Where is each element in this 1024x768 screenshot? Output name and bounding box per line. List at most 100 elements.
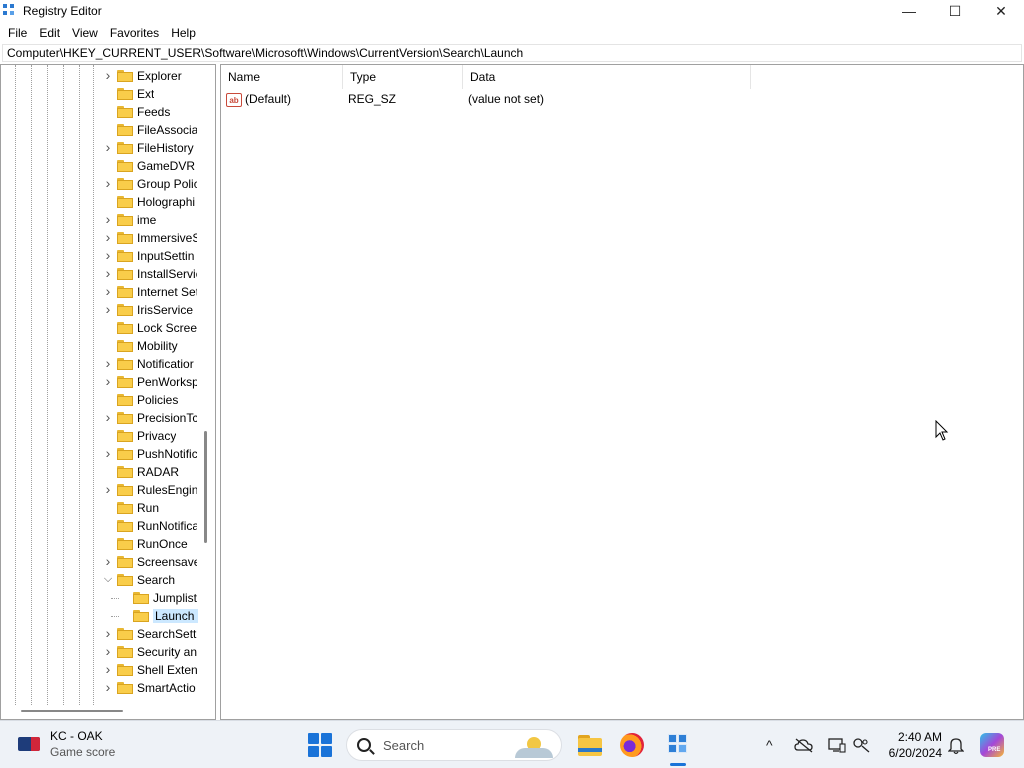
folder-icon	[117, 232, 133, 244]
chevron-right-icon[interactable]: ›	[103, 625, 113, 641]
tree-item[interactable]: › Notificatior	[1, 355, 201, 373]
chevron-right-icon[interactable]: ›	[103, 283, 113, 299]
tree-item[interactable]: › Shell Extens	[1, 661, 201, 679]
folder-icon	[117, 88, 133, 100]
tree-item[interactable]: RunOnce	[1, 535, 201, 553]
chevron-right-icon[interactable]: ›	[103, 139, 113, 155]
tree-item[interactable]: › PrecisionTc	[1, 409, 201, 427]
tree-item[interactable]: ⌵ Search	[1, 571, 201, 589]
tree-item-label: Ext	[137, 87, 155, 101]
file-explorer-icon[interactable]	[576, 731, 604, 759]
tree-item[interactable]: GameDVR	[1, 157, 201, 175]
folder-icon	[117, 124, 133, 136]
mlb-icon	[18, 737, 40, 751]
taskbar-search-box[interactable]: Search	[346, 729, 562, 761]
search-highlight-icon	[515, 734, 553, 758]
tree-item[interactable]: › FileHistory	[1, 139, 201, 157]
tree-item[interactable]: Holographi	[1, 193, 201, 211]
chevron-right-icon[interactable]: ›	[103, 67, 113, 83]
tree-item[interactable]: › SmartActio	[1, 679, 201, 697]
tree-vertical-scrollbar[interactable]	[204, 431, 207, 543]
tree-item[interactable]: › SearchSetti	[1, 625, 201, 643]
tree-item[interactable]: › Internet Set	[1, 283, 201, 301]
column-data-header[interactable]: Data	[463, 65, 751, 89]
column-name-header[interactable]: Name	[221, 65, 343, 89]
tree-item-label: Launch	[153, 609, 199, 623]
folder-icon	[117, 646, 133, 658]
chevron-up-icon[interactable]: ^	[766, 737, 773, 753]
tree-item[interactable]: › ImmersiveS	[1, 229, 201, 247]
values-list-pane[interactable]: Name Type Data ab (Default) REG_SZ (valu…	[220, 64, 1024, 720]
system-clock[interactable]: 2:40 AM 6/20/2024	[880, 729, 942, 761]
firefox-icon[interactable]	[620, 733, 644, 757]
menu-file[interactable]: File	[2, 26, 33, 40]
copilot-icon[interactable]: PRE	[980, 733, 1004, 757]
chevron-down-icon[interactable]: ⌵	[103, 573, 113, 586]
tree-item[interactable]: Policies	[1, 391, 201, 409]
key-tree-pane[interactable]: › Explorer Ext Feeds FileAssociat › FileHistor…	[0, 64, 216, 720]
menu-edit[interactable]: Edit	[33, 26, 66, 40]
chevron-right-icon[interactable]: ›	[103, 247, 113, 263]
tree-item-label: PrecisionTc	[137, 411, 197, 425]
tree-item[interactable]: Launch	[1, 607, 201, 625]
start-button[interactable]	[308, 733, 332, 757]
title-bar: Registry Editor — ☐ ✕	[0, 0, 1024, 22]
minimize-button[interactable]: —	[886, 0, 932, 22]
address-bar[interactable]: Computer\HKEY_CURRENT_USER\Software\Micr…	[2, 44, 1022, 62]
onedrive-offline-icon[interactable]	[794, 737, 814, 753]
tree-item[interactable]: › Screensave	[1, 553, 201, 571]
tree-item[interactable]: RADAR	[1, 463, 201, 481]
bell-icon[interactable]	[948, 737, 964, 755]
tree-item[interactable]: › Group Polic	[1, 175, 201, 193]
location-icon[interactable]	[852, 737, 870, 753]
close-button[interactable]: ✕	[978, 0, 1024, 22]
tree-item[interactable]: › IrisService	[1, 301, 201, 319]
tree-item[interactable]: Run	[1, 499, 201, 517]
menu-help[interactable]: Help	[165, 26, 202, 40]
tree-item[interactable]: Ext	[1, 85, 201, 103]
tree-item[interactable]: › Security an	[1, 643, 201, 661]
chevron-right-icon[interactable]: ›	[103, 175, 113, 191]
folder-icon	[117, 160, 133, 172]
tree-item[interactable]: › InstallServic	[1, 265, 201, 283]
tree-item[interactable]: › Explorer	[1, 67, 201, 85]
tree-item[interactable]: › PenWorksp	[1, 373, 201, 391]
chevron-right-icon[interactable]: ›	[103, 643, 113, 659]
chevron-right-icon[interactable]: ›	[103, 301, 113, 317]
tree-item[interactable]: › InputSettin	[1, 247, 201, 265]
chevron-right-icon[interactable]: ›	[103, 679, 113, 695]
tree-item[interactable]: › ime	[1, 211, 201, 229]
tree-item-label: GameDVR	[137, 159, 196, 173]
menu-view[interactable]: View	[66, 26, 104, 40]
tree-item[interactable]: FileAssociat	[1, 121, 201, 139]
menu-favorites[interactable]: Favorites	[104, 26, 165, 40]
folder-icon	[133, 592, 149, 604]
tree-horizontal-scrollbar[interactable]	[21, 710, 123, 712]
folder-icon	[117, 142, 133, 154]
column-type-header[interactable]: Type	[343, 65, 463, 89]
tree-item[interactable]: Mobility	[1, 337, 201, 355]
tree-item[interactable]: Feeds	[1, 103, 201, 121]
tree-item-label: Lock Screer	[137, 321, 197, 335]
maximize-button[interactable]: ☐	[932, 0, 978, 22]
display-icon[interactable]	[828, 737, 846, 753]
chevron-right-icon[interactable]: ›	[103, 265, 113, 281]
tree-item[interactable]: Lock Screer	[1, 319, 201, 337]
chevron-right-icon[interactable]: ›	[103, 553, 113, 569]
chevron-right-icon[interactable]: ›	[103, 355, 113, 371]
tree-item[interactable]: Privacy	[1, 427, 201, 445]
chevron-right-icon[interactable]: ›	[103, 481, 113, 497]
chevron-right-icon[interactable]: ›	[103, 661, 113, 677]
tree-item[interactable]: RunNotifica	[1, 517, 201, 535]
value-row[interactable]: ab (Default) REG_SZ (value not set)	[221, 91, 761, 109]
chevron-right-icon[interactable]: ›	[103, 445, 113, 461]
chevron-right-icon[interactable]: ›	[103, 373, 113, 389]
registry-editor-taskbar-icon[interactable]	[664, 731, 692, 759]
widgets-button[interactable]: KC - OAK Game score	[18, 729, 115, 759]
chevron-right-icon[interactable]: ›	[103, 409, 113, 425]
tree-item[interactable]: Jumplist	[1, 589, 201, 607]
tree-item[interactable]: › RulesEngin	[1, 481, 201, 499]
chevron-right-icon[interactable]: ›	[103, 211, 113, 227]
chevron-right-icon[interactable]: ›	[103, 229, 113, 245]
tree-item[interactable]: › PushNotific	[1, 445, 201, 463]
